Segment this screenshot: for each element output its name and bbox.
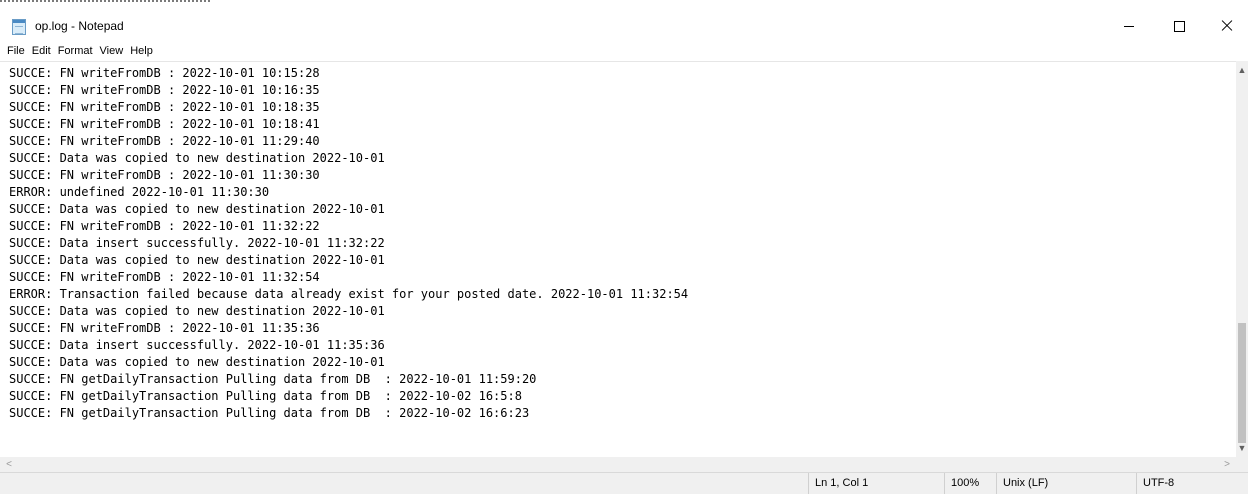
text-editor[interactable]: SUCCE: FN writeFromDB : 2022-10-01 10:15… <box>0 61 1236 458</box>
maximize-icon <box>1173 20 1185 32</box>
text-line: SUCCE: Data was copied to new destinatio… <box>9 355 385 369</box>
horizontal-scrollbar[interactable]: < > <box>0 457 1236 472</box>
text-line: SUCCE: Data was copied to new destinatio… <box>9 151 385 165</box>
vertical-scrollbar[interactable]: ▲ ▼ <box>1236 61 1248 457</box>
scrollbar-corner <box>1236 457 1248 472</box>
text-line: ERROR: undefined 2022-10-01 11:30:30 <box>9 185 270 199</box>
menu-file[interactable]: File <box>7 45 25 57</box>
zoom-level: 100% <box>944 473 996 494</box>
text-line: SUCCE: FN writeFromDB : 2022-10-01 11:30… <box>9 168 320 182</box>
text-line: SUCCE: FN getDailyTransaction Pulling da… <box>9 389 522 403</box>
text-line: SUCCE: Data was copied to new destinatio… <box>9 304 385 318</box>
encoding: UTF-8 <box>1136 473 1248 494</box>
text-line: SUCCE: Data was copied to new destinatio… <box>9 202 385 216</box>
window-title: op.log - Notepad <box>35 19 124 33</box>
notepad-icon <box>12 19 26 35</box>
menu-bar: File Edit Format View Help <box>0 42 1248 60</box>
scroll-right-icon[interactable]: > <box>1220 457 1234 472</box>
menu-help[interactable]: Help <box>130 45 153 57</box>
title-bar[interactable]: op.log - Notepad <box>0 10 1248 42</box>
menu-view[interactable]: View <box>100 45 124 57</box>
background-dotted-line <box>0 0 210 5</box>
text-line: SUCCE: FN getDailyTransaction Pulling da… <box>9 372 537 386</box>
vertical-scroll-thumb[interactable] <box>1238 323 1246 443</box>
menu-format[interactable]: Format <box>58 45 93 57</box>
minimize-icon <box>1124 25 1134 27</box>
text-line: SUCCE: FN writeFromDB : 2022-10-01 10:18… <box>9 117 320 131</box>
maximize-button[interactable] <box>1156 10 1202 42</box>
text-line: SUCCE: FN writeFromDB : 2022-10-01 11:32… <box>9 270 320 284</box>
status-bar: Ln 1, Col 1 100% Unix (LF) UTF-8 <box>0 472 1248 494</box>
text-line: SUCCE: FN writeFromDB : 2022-10-01 11:35… <box>9 321 320 335</box>
text-line: SUCCE: FN writeFromDB : 2022-10-01 10:15… <box>9 66 320 80</box>
text-line: SUCCE: Data insert successfully. 2022-10… <box>9 236 385 250</box>
line-ending: Unix (LF) <box>996 473 1136 494</box>
menu-edit[interactable]: Edit <box>32 45 51 57</box>
text-line: SUCCE: FN writeFromDB : 2022-10-01 10:16… <box>9 83 320 97</box>
cursor-position: Ln 1, Col 1 <box>808 473 944 494</box>
scroll-up-icon[interactable]: ▲ <box>1236 63 1248 77</box>
text-line: SUCCE: Data insert successfully. 2022-10… <box>9 338 385 352</box>
text-line: SUCCE: FN writeFromDB : 2022-10-01 11:29… <box>9 134 320 148</box>
scroll-down-icon[interactable]: ▼ <box>1236 441 1248 455</box>
close-icon <box>1221 20 1233 32</box>
scroll-left-icon[interactable]: < <box>2 457 16 472</box>
text-line: SUCCE: FN writeFromDB : 2022-10-01 11:32… <box>9 219 320 233</box>
text-line: SUCCE: Data was copied to new destinatio… <box>9 253 385 267</box>
text-line: ERROR: Transaction failed because data a… <box>9 287 689 301</box>
text-line: SUCCE: FN writeFromDB : 2022-10-01 10:18… <box>9 100 320 114</box>
minimize-button[interactable] <box>1106 10 1152 42</box>
close-button[interactable] <box>1204 10 1248 42</box>
text-line: SUCCE: FN getDailyTransaction Pulling da… <box>9 406 530 420</box>
background-strip <box>0 0 1248 10</box>
